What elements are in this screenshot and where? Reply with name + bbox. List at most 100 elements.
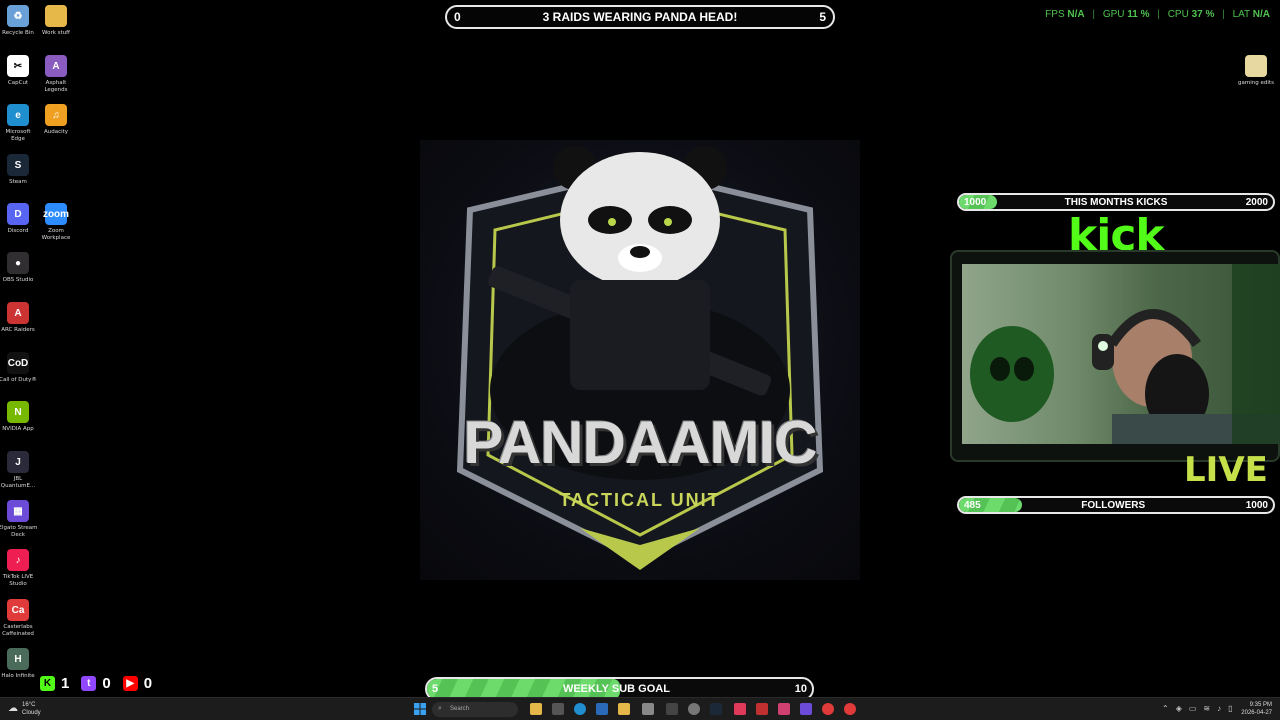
youtube-count: 0 xyxy=(143,675,153,692)
desktop-icon[interactable]: CoD Call of Duty® xyxy=(0,352,38,384)
chevron-up-icon[interactable]: ⌃ xyxy=(1162,704,1169,713)
desktop-icon-label: Elgato Stream Deck xyxy=(0,525,38,538)
windows-start-icon[interactable] xyxy=(414,703,426,715)
app-icon[interactable] xyxy=(778,703,790,715)
desktop-icon[interactable]: N NVIDIA App xyxy=(0,401,38,433)
desktop-icon-label: gaming edits xyxy=(1238,80,1274,86)
desktop-icon[interactable]: A Asphalt Legends xyxy=(36,55,76,94)
streamer-camera-icon xyxy=(962,264,1280,444)
weather-temp: 16°C xyxy=(22,702,36,708)
cpu-value: 37 % xyxy=(1191,9,1215,20)
desktop-icon-label: ARC Raiders xyxy=(1,327,35,333)
desktop-icon[interactable]: ✂ CapCut xyxy=(0,55,38,87)
webcam-feed xyxy=(962,264,1280,444)
kick-icon: K xyxy=(40,676,55,691)
desktop-icon[interactable]: A ARC Raiders xyxy=(0,302,38,334)
divider: | xyxy=(1222,9,1225,20)
network-icon[interactable]: ◈ xyxy=(1176,704,1182,713)
stream-deck-icon[interactable] xyxy=(800,703,812,715)
discord-icon: D xyxy=(7,203,29,225)
wifi-icon[interactable]: ≋ xyxy=(1203,704,1210,713)
edge-icon[interactable] xyxy=(574,703,586,715)
desktop-icon-label: Microsoft Edge xyxy=(5,129,31,142)
taskbar-clock[interactable]: 9:35 PM 2026-04-27 xyxy=(1241,701,1272,717)
desktop-icon[interactable]: J JBL QuantumE... xyxy=(0,451,38,490)
folder-icon[interactable] xyxy=(618,703,630,715)
casterlabs-icon: Ca xyxy=(7,599,29,621)
gpu-label: GPU xyxy=(1102,9,1125,20)
display-icon[interactable]: ▭ xyxy=(1189,704,1197,713)
desktop-icon-label: CapCut xyxy=(7,80,29,86)
desktop-icon-label: Halo Infinite xyxy=(1,673,35,679)
raid-goal-start: 0 xyxy=(454,10,461,24)
desktop-icon[interactable]: zoom Zoom Workplace xyxy=(36,203,76,242)
taskbar-search-input[interactable]: ⌕ Search xyxy=(432,702,518,717)
desktop-icon[interactable]: S Steam xyxy=(0,154,38,186)
folder-icon xyxy=(45,5,67,27)
app-icon[interactable] xyxy=(596,703,608,715)
desktop-icon[interactable]: ♻ Recycle Bin xyxy=(0,5,38,37)
clock-time: 9:35 PM xyxy=(1249,702,1272,708)
system-tray: ⌃ ◈ ▭ ≋ ♪ ▯ xyxy=(1162,704,1233,713)
asphalt-icon: A xyxy=(45,55,67,77)
edge-icon: e xyxy=(7,104,29,126)
app-icon[interactable] xyxy=(552,703,564,715)
desktop-icon-gaming-edits[interactable]: gaming edits xyxy=(1236,55,1276,87)
desktop-icon[interactable]: H Halo Infinite xyxy=(0,648,38,680)
cloud-icon: ☁ xyxy=(8,703,18,714)
desktop-icon[interactable]: ♪ TikTok LIVE Studio xyxy=(0,549,38,588)
folder-icon xyxy=(1245,55,1267,77)
desktop-icon[interactable]: e Microsoft Edge xyxy=(0,104,38,143)
kicks-goal-title: THIS MONTHS KICKS xyxy=(1064,196,1168,208)
desktop-icon[interactable]: Work stuff xyxy=(36,5,76,37)
desktop-icon-label: NVIDIA App xyxy=(2,426,34,432)
desktop-icon[interactable]: ♫ Audacity xyxy=(36,104,76,136)
volume-icon[interactable]: ♪ xyxy=(1217,704,1221,713)
panda-emblem-icon xyxy=(456,146,824,570)
desktop-icon-label: Casterlabs Caffeinated xyxy=(2,624,34,637)
gpu-value: 11 % xyxy=(1127,9,1150,20)
steam-icon[interactable] xyxy=(710,703,722,715)
search-placeholder: Search xyxy=(450,706,470,712)
app-icon[interactable] xyxy=(756,703,768,715)
fps-value: N/A xyxy=(1067,9,1085,20)
app-icon[interactable] xyxy=(642,703,654,715)
desktop-icon-label: JBL QuantumE... xyxy=(0,476,36,489)
weather-widget[interactable]: ☁ 16°C Cloudy xyxy=(8,701,41,717)
battery-icon[interactable]: ▯ xyxy=(1228,704,1232,713)
audacity-icon: ♫ xyxy=(45,104,67,126)
raid-goal-end: 5 xyxy=(819,10,826,24)
channel-logo: PANDAAMIC TACTICAL UNIT xyxy=(420,140,860,580)
zoom-icon: zoom xyxy=(43,203,69,225)
desktop-icon[interactable]: ● OBS Studio xyxy=(0,252,38,284)
obs-icon: ● xyxy=(7,252,29,274)
sub-goal-end: 10 xyxy=(794,683,807,695)
app-icon[interactable] xyxy=(822,703,834,715)
desktop-icon[interactable]: D Discord xyxy=(0,203,38,235)
sub-goal-title: WEEKLY SUB GOAL xyxy=(562,683,670,695)
social-counters: K 1 t 0 ▶ 0 xyxy=(40,675,152,692)
app-icon[interactable] xyxy=(734,703,746,715)
divider: | xyxy=(1092,9,1096,20)
followers-goal-bar: 485 FOLLOWERS 1000 xyxy=(957,496,1275,514)
search-icon: ⌕ xyxy=(438,705,442,712)
desktop-icon-label: Zoom Workplace xyxy=(41,228,71,241)
file-explorer-icon[interactable] xyxy=(530,703,542,715)
arc-raiders-icon: A xyxy=(7,302,29,324)
cpu-label: CPU xyxy=(1167,9,1189,20)
desktop-icon[interactable]: Ca Casterlabs Caffeinated xyxy=(0,599,38,638)
twitch-icon: t xyxy=(81,676,97,691)
desktop-icon-label: Audacity xyxy=(43,129,69,135)
logo-subtitle: TACTICAL UNIT xyxy=(559,490,721,510)
stream-deck-icon: ▦ xyxy=(7,500,29,522)
obs-icon[interactable] xyxy=(688,703,700,715)
kicks-goal-end: 2000 xyxy=(1245,196,1268,208)
app-icon[interactable] xyxy=(666,703,678,715)
nvidia-icon: N xyxy=(7,401,29,423)
capcut-icon: ✂ xyxy=(7,55,29,77)
kick-count: 1 xyxy=(61,675,70,692)
divider: | xyxy=(1157,9,1160,20)
casterlabs-icon[interactable] xyxy=(844,703,856,715)
desktop-icon[interactable]: ▦ Elgato Stream Deck xyxy=(0,500,38,539)
kicks-goal-bar: 1000 THIS MONTHS KICKS 2000 xyxy=(957,193,1275,211)
